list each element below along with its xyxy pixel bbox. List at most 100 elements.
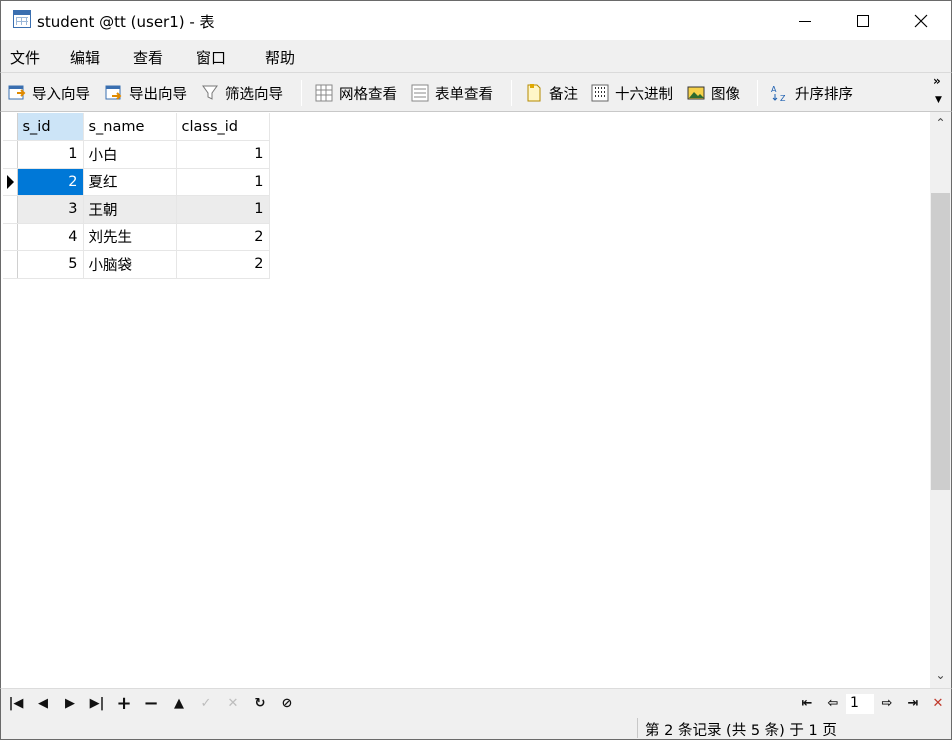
scrollbar-thumb[interactable] — [931, 193, 950, 490]
toolbar-separator — [757, 80, 758, 106]
cell-s_id[interactable]: 2 — [17, 168, 84, 196]
column-header-class_id[interactable]: class_id — [176, 113, 270, 141]
next-page-icon[interactable]: ⇨ — [877, 693, 897, 713]
cell-class_id[interactable]: 1 — [176, 140, 270, 169]
filter-wizard-button[interactable]: 筛选向导 — [201, 81, 283, 105]
export-wizard-button[interactable]: 导出向导 — [105, 81, 187, 105]
cell-s_id[interactable]: 5 — [17, 250, 84, 279]
toolbar-dropdown-icon[interactable]: ▼ — [935, 95, 942, 105]
export-icon — [105, 85, 122, 100]
table-row[interactable]: 1 小白 1 — [3, 140, 270, 169]
grid-view-button[interactable]: 网格查看 — [315, 81, 397, 105]
toolbar-separator — [301, 80, 302, 106]
cell-class_id[interactable]: 2 — [176, 223, 270, 251]
cell-s_id[interactable]: 3 — [17, 195, 84, 224]
record-status: 第 2 条记录 (共 5 条) 于 1 页 — [645, 723, 837, 739]
cell-class_id[interactable]: 1 — [176, 195, 270, 224]
page-number-input[interactable]: 1 — [846, 694, 874, 714]
cell-s_id[interactable]: 4 — [17, 223, 84, 251]
cell-class_id[interactable]: 1 — [176, 168, 270, 196]
image-icon — [687, 86, 705, 100]
toolbar-overflow-icon[interactable]: » — [933, 75, 941, 87]
settings-tools-icon[interactable]: ✕ — [928, 693, 948, 713]
cell-s_name[interactable]: 王朝 — [83, 195, 177, 224]
cell-s_name[interactable]: 小脑袋 — [83, 250, 177, 279]
menu-file[interactable]: 文件 — [10, 47, 40, 68]
image-label: 图像 — [711, 86, 740, 103]
previous-record-icon[interactable]: ◀ — [33, 693, 53, 713]
row-indicator[interactable] — [3, 250, 18, 279]
previous-page-icon[interactable]: ⇦ — [823, 693, 843, 713]
svg-text:Z: Z — [780, 94, 786, 102]
status-bar: 第 2 条记录 (共 5 条) 于 1 页 — [0, 716, 952, 740]
maximize-button[interactable] — [835, 1, 891, 41]
import-wizard-button[interactable]: 导入向导 — [8, 81, 90, 105]
minimize-icon — [799, 20, 811, 22]
import-icon — [8, 85, 26, 100]
toolbar-separator — [511, 80, 512, 106]
table-row[interactable]: 3 王朝 1 — [3, 195, 270, 224]
add-record-icon[interactable]: + — [114, 693, 134, 714]
menu-bar: 文件 编辑 查看 窗口 帮助 — [0, 40, 952, 72]
close-button[interactable] — [893, 1, 949, 41]
menu-window[interactable]: 窗口 — [196, 47, 226, 68]
maximize-icon — [857, 15, 869, 27]
discard-changes-icon[interactable]: ✕ — [223, 693, 243, 713]
last-page-icon[interactable]: ⇥ — [903, 693, 923, 713]
grid-view-label: 网格查看 — [339, 86, 397, 103]
sort-ascending-button[interactable]: AZ 升序排序 — [771, 81, 853, 105]
edit-record-icon[interactable]: ▲ — [169, 693, 189, 713]
menu-edit[interactable]: 编辑 — [70, 47, 100, 68]
close-icon — [914, 14, 928, 28]
menu-help[interactable]: 帮助 — [265, 47, 295, 68]
row-indicator[interactable] — [3, 223, 18, 251]
form-view-button[interactable]: 表单查看 — [411, 81, 493, 105]
image-button[interactable]: 图像 — [687, 81, 740, 105]
cell-s_id[interactable]: 1 — [17, 140, 84, 169]
refresh-icon[interactable]: ↻ — [250, 693, 270, 713]
table-icon — [13, 10, 31, 28]
scroll-up-icon[interactable]: ⌃ — [930, 116, 951, 130]
last-record-icon[interactable]: ▶| — [87, 693, 107, 713]
scroll-down-icon[interactable]: ⌄ — [930, 668, 951, 682]
row-indicator[interactable] — [3, 140, 18, 169]
apply-changes-icon[interactable]: ✓ — [196, 693, 216, 713]
menu-view[interactable]: 查看 — [133, 47, 163, 68]
header-row: s_id s_name class_id — [3, 113, 270, 141]
column-header-s_id[interactable]: s_id — [17, 113, 84, 141]
table-row[interactable]: 4 刘先生 2 — [3, 223, 270, 251]
first-page-icon[interactable]: ⇤ — [797, 693, 817, 713]
cell-s_name[interactable]: 夏红 — [83, 168, 177, 196]
export-wizard-label: 导出向导 — [129, 86, 187, 103]
row-indicator-header — [3, 113, 18, 141]
form-icon — [411, 84, 429, 102]
delete-record-icon[interactable]: − — [141, 693, 161, 714]
memo-button[interactable]: 备注 — [525, 81, 578, 105]
memo-label: 备注 — [549, 86, 578, 103]
import-wizard-label: 导入向导 — [32, 86, 90, 103]
stop-icon[interactable]: ⊘ — [277, 693, 297, 713]
window-title: student @tt (user1) - 表 — [37, 13, 215, 31]
navigation-bar: |◀ ◀ ▶ ▶| + − ▲ ✓ ✕ ↻ ⊘ ⇤ ⇦ 1 ⇨ ⇥ ✕ — [0, 688, 952, 716]
filter-icon — [202, 85, 218, 100]
cell-class_id[interactable]: 2 — [176, 250, 270, 279]
hex-icon — [591, 84, 609, 102]
hex-button[interactable]: 十六进制 — [591, 81, 673, 105]
column-header-s_name[interactable]: s_name — [83, 113, 177, 141]
cell-s_name[interactable]: 刘先生 — [83, 223, 177, 251]
memo-icon — [527, 84, 541, 102]
first-record-icon[interactable]: |◀ — [6, 693, 26, 713]
minimize-button[interactable] — [777, 1, 833, 41]
records-table: s_id s_name class_id 1 小白 1 2 夏红 1 3 王朝 — [3, 113, 270, 279]
next-record-icon[interactable]: ▶ — [60, 693, 80, 713]
row-indicator[interactable] — [3, 195, 18, 224]
sort-ascending-label: 升序排序 — [795, 86, 853, 103]
status-divider — [637, 718, 638, 738]
sort-ascending-icon: AZ — [771, 85, 786, 102]
form-view-label: 表单查看 — [435, 86, 493, 103]
vertical-scrollbar[interactable]: ⌃ ⌄ — [930, 112, 952, 688]
cell-s_name[interactable]: 小白 — [83, 140, 177, 169]
table-row-current[interactable]: 2 夏红 1 — [3, 168, 270, 196]
row-indicator[interactable] — [3, 168, 18, 196]
table-row[interactable]: 5 小脑袋 2 — [3, 250, 270, 279]
